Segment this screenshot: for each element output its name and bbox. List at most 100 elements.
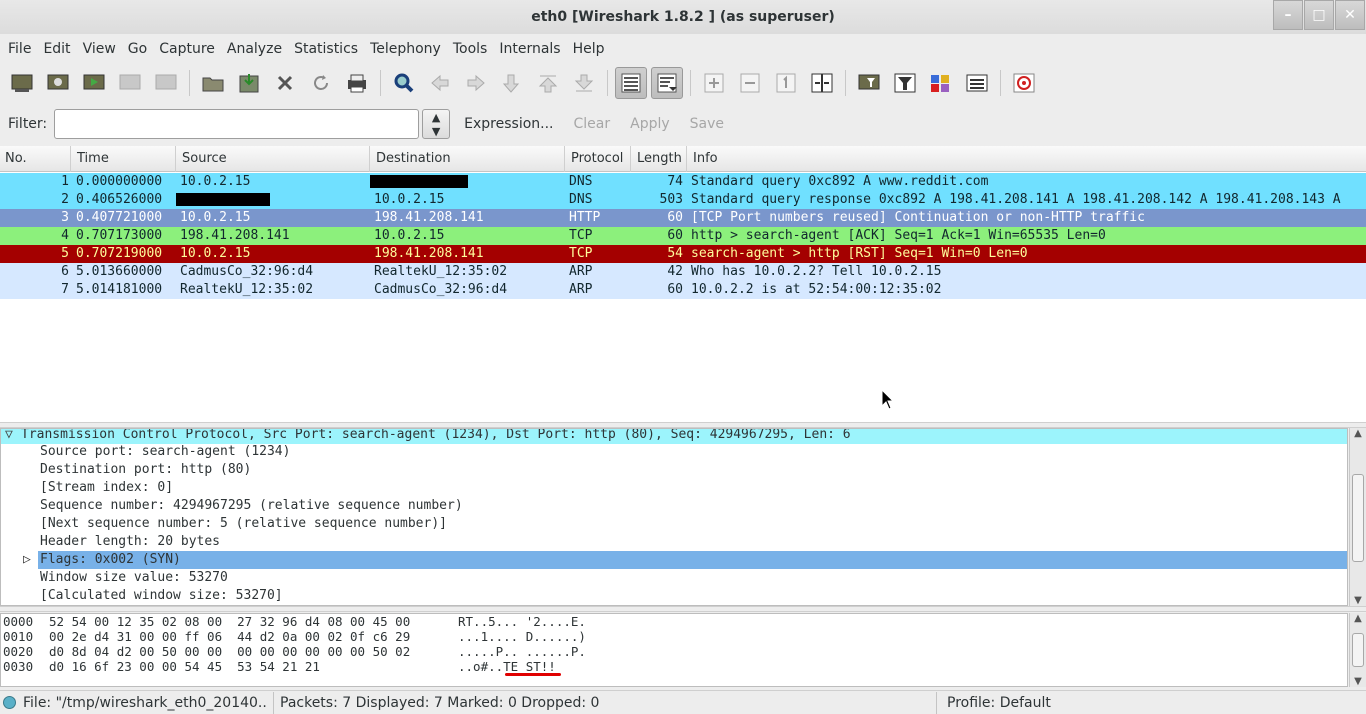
packet-cell-info: Who has 10.0.2.2? Tell 10.0.2.15 bbox=[691, 264, 942, 279]
packet-cell-info: http > search-agent [ACK] Seq=1 Ack=1 Wi… bbox=[691, 228, 1106, 243]
detail-source-port[interactable]: Source port: search-agent (1234) bbox=[40, 443, 290, 461]
column-header-no[interactable]: No. bbox=[0, 146, 71, 172]
menu-statistics[interactable]: Statistics bbox=[288, 41, 364, 57]
menu-analyze[interactable]: Analyze bbox=[221, 41, 288, 57]
interfaces-icon[interactable] bbox=[6, 67, 38, 99]
print-icon[interactable] bbox=[341, 67, 373, 99]
reload-icon[interactable] bbox=[305, 67, 337, 99]
status-separator bbox=[936, 691, 937, 714]
detail-stream-index[interactable]: [Stream index: 0] bbox=[40, 479, 173, 497]
tcp-header-row[interactable]: ▽ Transmission Control Protocol, Src Por… bbox=[1, 429, 1347, 444]
details-scroll-thumb[interactable] bbox=[1352, 474, 1364, 562]
menu-file[interactable]: File bbox=[2, 41, 37, 57]
auto-scroll-icon[interactable] bbox=[651, 67, 683, 99]
column-header-destination[interactable]: Destination bbox=[371, 146, 565, 172]
packet-row[interactable]: 3 0.407721000 10.0.2.15 198.41.208.141 HTTP 6… bbox=[0, 209, 1366, 227]
minimize-button[interactable]: – bbox=[1273, 0, 1303, 30]
start-capture-icon[interactable] bbox=[78, 67, 110, 99]
column-header-protocol[interactable]: Protocol bbox=[566, 146, 631, 172]
forward-icon[interactable] bbox=[460, 67, 492, 99]
menu-internals[interactable]: Internals bbox=[493, 41, 566, 57]
scroll-up-icon[interactable]: ▲ bbox=[1350, 428, 1366, 439]
open-icon[interactable] bbox=[197, 67, 229, 99]
colorize-icon[interactable] bbox=[615, 67, 647, 99]
preferences-icon[interactable] bbox=[961, 67, 993, 99]
packet-cell-protocol: DNS bbox=[569, 192, 593, 207]
bytes-scroll-thumb[interactable] bbox=[1352, 633, 1364, 667]
toolbar-separator bbox=[1000, 70, 1001, 96]
menu-capture[interactable]: Capture bbox=[153, 41, 221, 57]
coloring-rules-icon[interactable] bbox=[925, 67, 957, 99]
column-header-time[interactable]: Time bbox=[72, 146, 176, 172]
stop-capture-icon[interactable] bbox=[114, 67, 146, 99]
save-filter-button[interactable]: Save bbox=[684, 116, 730, 132]
column-header-length[interactable]: Length bbox=[632, 146, 687, 172]
collapse-arrow-icon[interactable]: ▽ bbox=[5, 429, 13, 444]
zoom-out-icon[interactable] bbox=[734, 67, 766, 99]
pane-divider-2[interactable] bbox=[0, 606, 1366, 612]
display-filters-icon[interactable] bbox=[889, 67, 921, 99]
normal-size-icon[interactable] bbox=[770, 67, 802, 99]
first-packet-icon[interactable] bbox=[532, 67, 564, 99]
last-packet-icon[interactable] bbox=[568, 67, 600, 99]
clear-button[interactable]: Clear bbox=[568, 116, 617, 132]
help-icon[interactable] bbox=[1008, 67, 1040, 99]
packet-row[interactable]: 6 5.013660000 CadmusCo_32:96:d4 RealtekU_12… bbox=[0, 263, 1366, 281]
detail-next-sequence[interactable]: [Next sequence number: 5 (relative seque… bbox=[40, 515, 447, 533]
scroll-down-icon[interactable]: ▼ bbox=[1350, 595, 1366, 606]
detail-flags-row[interactable]: ▷ Flags: 0x002 (SYN) bbox=[1, 551, 1347, 569]
apply-button[interactable]: Apply bbox=[624, 116, 676, 132]
column-header-source[interactable]: Source bbox=[177, 146, 370, 172]
bytes-scrollbar[interactable]: ▲ ▼ bbox=[1349, 613, 1366, 687]
packet-cell-protocol: TCP bbox=[569, 246, 593, 261]
packet-cell-length: 60 bbox=[667, 210, 683, 225]
hex-row[interactable]: 0020 d0 8d 04 d2 00 50 00 00 00 00 00 00 … bbox=[3, 644, 586, 659]
packet-cell-length: 60 bbox=[667, 228, 683, 243]
detail-header-length[interactable]: Header length: 20 bytes bbox=[40, 533, 220, 551]
filter-input[interactable] bbox=[54, 109, 420, 139]
status-file: File: "/tmp/wireshark_eth0_20140... bbox=[23, 694, 267, 711]
menu-telephony[interactable]: Telephony bbox=[364, 41, 447, 57]
go-to-packet-icon[interactable] bbox=[496, 67, 528, 99]
capture-filters-icon[interactable] bbox=[853, 67, 885, 99]
detail-calculated-window[interactable]: [Calculated window size: 53270] bbox=[40, 587, 283, 605]
expand-arrow-icon[interactable]: ▷ bbox=[23, 551, 31, 569]
expert-info-icon[interactable] bbox=[3, 696, 16, 709]
hex-row[interactable]: 0000 52 54 00 12 35 02 08 00 27 32 96 d4 … bbox=[3, 614, 586, 629]
packet-row[interactable]: 5 0.707219000 10.0.2.15 198.41.208.141 TCP 54… bbox=[0, 245, 1366, 263]
hex-row[interactable]: 0030 d0 16 6f 23 00 00 54 45 53 54 21 21.… bbox=[3, 659, 556, 674]
save-icon[interactable] bbox=[233, 67, 265, 99]
packet-cell-length: 74 bbox=[667, 174, 683, 189]
detail-window-size[interactable]: Window size value: 53270 bbox=[40, 569, 228, 587]
status-profile[interactable]: Profile: Default bbox=[947, 695, 1051, 711]
menu-help[interactable]: Help bbox=[567, 41, 611, 57]
expression-button[interactable]: Expression... bbox=[458, 116, 559, 132]
detail-sequence-number[interactable]: Sequence number: 4294967295 (relative se… bbox=[40, 497, 463, 515]
column-header-info[interactable]: Info bbox=[688, 146, 1366, 172]
packet-row[interactable]: 7 5.014181000 RealtekU_12:35:02 CadmusCo_32… bbox=[0, 281, 1366, 299]
scroll-down-icon[interactable]: ▼ bbox=[1350, 676, 1366, 687]
packet-row[interactable]: 2 0.406526000 10.0.2.15 DNS 503 Standard quer… bbox=[0, 191, 1366, 209]
menu-edit[interactable]: Edit bbox=[37, 41, 76, 57]
toolbar-separator bbox=[189, 70, 190, 96]
options-icon[interactable] bbox=[42, 67, 74, 99]
back-icon[interactable] bbox=[424, 67, 456, 99]
zoom-in-icon[interactable] bbox=[698, 67, 730, 99]
maximize-button[interactable]: □ bbox=[1304, 0, 1334, 30]
status-packets: Packets: 7 Displayed: 7 Marked: 0 Droppe… bbox=[280, 694, 600, 711]
menu-tools[interactable]: Tools bbox=[447, 41, 494, 57]
resize-columns-icon[interactable] bbox=[806, 67, 838, 99]
close-icon[interactable] bbox=[269, 67, 301, 99]
filter-history-dropdown[interactable]: ▲ ▼ bbox=[422, 109, 451, 139]
menu-go[interactable]: Go bbox=[122, 41, 153, 57]
scroll-up-icon[interactable]: ▲ bbox=[1350, 613, 1366, 624]
menu-view[interactable]: View bbox=[77, 41, 122, 57]
packet-row[interactable]: 1 0.000000000 10.0.2.15 DNS 74 Standard query… bbox=[0, 173, 1366, 191]
packet-row[interactable]: 4 0.707173000 198.41.208.141 10.0.2.15 TCP 60… bbox=[0, 227, 1366, 245]
close-window-button[interactable]: ✕ bbox=[1335, 0, 1365, 30]
hex-row[interactable]: 0010 00 2e d4 31 00 00 ff 06 44 d2 0a 00 … bbox=[3, 629, 586, 644]
details-scrollbar[interactable]: ▲ ▼ bbox=[1349, 428, 1366, 606]
detail-destination-port[interactable]: Destination port: http (80) bbox=[40, 461, 251, 479]
find-icon[interactable] bbox=[388, 67, 420, 99]
restart-capture-icon[interactable] bbox=[150, 67, 182, 99]
